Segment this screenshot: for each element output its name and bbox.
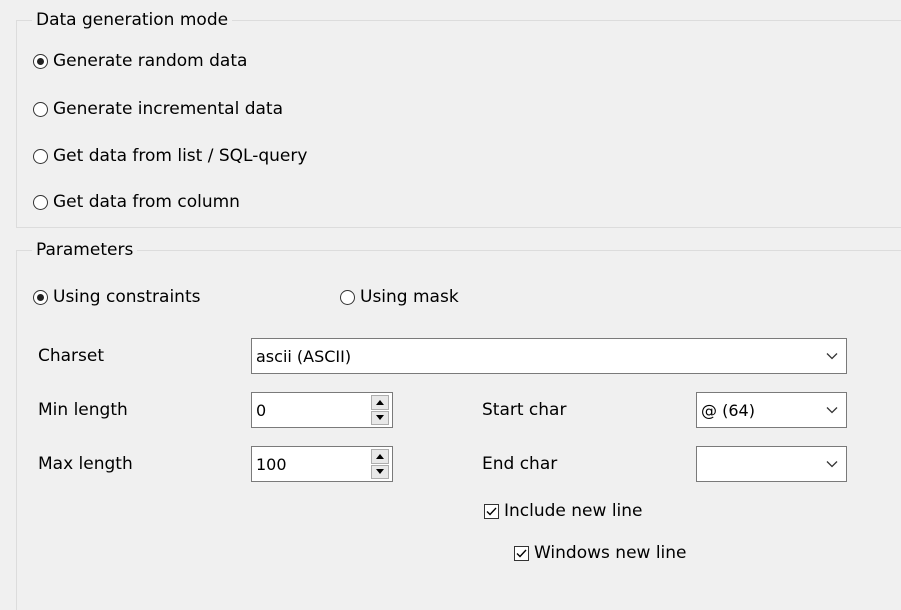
checkmark-icon[interactable] [514, 545, 529, 561]
spin-up-icon[interactable] [371, 449, 389, 464]
radio-get-data-from-column[interactable]: Get data from column [33, 190, 240, 214]
max-length-label: Max length [38, 454, 133, 474]
min-length-label: Min length [38, 400, 128, 420]
windows-new-line-checkbox[interactable]: Windows new line [514, 541, 687, 565]
include-new-line-checkbox[interactable]: Include new line [484, 499, 643, 523]
radio-generate-incremental-data[interactable]: Generate incremental data [33, 97, 283, 121]
windows-new-line-label: Windows new line [534, 543, 687, 563]
radio-get-data-from-list[interactable]: Get data from list / SQL-query [33, 144, 307, 168]
end-char-dropdown[interactable] [696, 446, 847, 482]
radio-unchecked-icon [33, 101, 48, 117]
spin-up-icon[interactable] [371, 395, 389, 410]
radio-unchecked-icon [33, 148, 48, 164]
radio-generate-random-data[interactable]: Generate random data [33, 49, 247, 73]
start-char-label: Start char [482, 400, 567, 420]
radio-unchecked-icon [340, 289, 355, 305]
radio-using-mask[interactable]: Using mask [340, 285, 459, 309]
radio-checked-icon [33, 289, 48, 305]
chevron-down-icon[interactable] [818, 393, 846, 427]
max-length-spinner[interactable]: 100 [251, 446, 393, 482]
chevron-down-icon[interactable] [818, 339, 846, 373]
radio-label: Using constraints [53, 287, 201, 307]
checkmark-icon[interactable] [484, 503, 499, 519]
include-new-line-label: Include new line [504, 501, 643, 521]
charset-dropdown[interactable]: ascii (ASCII) [251, 338, 847, 374]
end-char-label: End char [482, 454, 558, 474]
radio-label: Generate random data [53, 51, 248, 71]
charset-value: ascii (ASCII) [256, 346, 352, 366]
radio-label: Get data from list / SQL-query [53, 146, 308, 166]
charset-label: Charset [38, 346, 105, 366]
chevron-down-icon[interactable] [818, 447, 846, 481]
radio-using-constraints[interactable]: Using constraints [33, 285, 200, 309]
spin-down-icon[interactable] [371, 464, 389, 479]
max-length-value: 100 [256, 454, 287, 474]
spin-down-icon[interactable] [371, 410, 389, 425]
start-char-value: @ (64) [701, 400, 755, 420]
data-generation-mode-title: Data generation mode [32, 10, 233, 30]
parameters-title: Parameters [32, 240, 138, 260]
radio-label: Generate incremental data [53, 99, 284, 119]
radio-checked-icon [33, 53, 48, 69]
radio-label: Using mask [360, 287, 459, 307]
min-length-spinner[interactable]: 0 [251, 392, 393, 428]
radio-unchecked-icon [33, 194, 48, 210]
radio-label: Get data from column [53, 192, 240, 212]
min-length-value: 0 [256, 400, 267, 420]
start-char-dropdown[interactable]: @ (64) [696, 392, 847, 428]
